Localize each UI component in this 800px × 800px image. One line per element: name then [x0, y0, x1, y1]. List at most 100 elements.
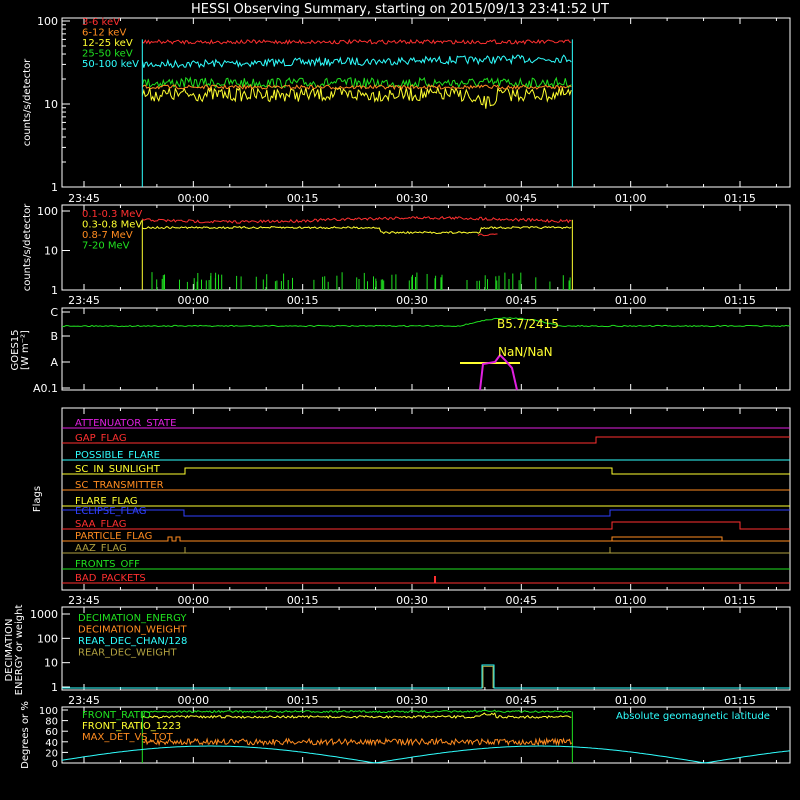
time-tick-label: 01:00: [615, 694, 647, 707]
time-tick-label: 23:45: [68, 294, 100, 307]
time-tick-label: 01:15: [724, 594, 756, 607]
time-tick-label: 01:00: [615, 192, 647, 205]
legend-entry: REAR_DEC_CHAN/128: [78, 636, 187, 647]
series-line-REAR_DEC_CHAN/128: [62, 664, 790, 689]
time-tick-label: 23:45: [68, 694, 100, 707]
goes-annotation-class: B5.7/2415: [497, 317, 559, 331]
time-tick-label: 00:15: [287, 192, 319, 205]
legend-entry: 0.8-7 MeV: [82, 230, 133, 241]
time-tick-label: 00:45: [505, 294, 537, 307]
y-tick-label: 60: [45, 727, 58, 738]
series-line-0.1-0.3-MeV: [141, 215, 572, 224]
legend-entry: 0.1-0.3 MeV: [82, 209, 142, 220]
summary-plot: HESSI Observing Summary, starting on 201…: [4, 2, 791, 770]
y-axis-unit: [W m⁻²]: [20, 330, 31, 370]
y-tick-label: 10: [44, 657, 58, 670]
legend-entry: MAX_DET_VS_TOT: [82, 732, 174, 743]
y-tick-label: 20: [45, 748, 58, 759]
time-tick-label: 01:00: [615, 594, 647, 607]
y-axis-label: Flags: [32, 486, 43, 512]
series-dip: [477, 233, 498, 237]
figure-title: HESSI Observing Summary, starting on 201…: [191, 2, 609, 17]
legend-entry: DECIMATION_WEIGHT: [78, 625, 187, 636]
y-tick-label: A0.1: [33, 382, 58, 395]
time-tick-label: 00:45: [505, 192, 537, 205]
flag-label: AAZ_FLAG: [75, 543, 127, 554]
time-tick-label: 00:15: [287, 694, 319, 707]
time-tick-label: 00:30: [396, 192, 428, 205]
time-tick-label: 00:45: [505, 594, 537, 607]
time-tick-label: 01:15: [724, 192, 756, 205]
time-tick-label: 00:00: [177, 294, 209, 307]
time-tick-label: 00:30: [396, 694, 428, 707]
y-tick-label: 1000: [30, 608, 58, 621]
y-tick-label: 100: [37, 632, 58, 645]
flag-label: GAP_FLAG: [75, 433, 127, 444]
time-tick-label: 01:15: [724, 694, 756, 707]
goes-short-channel: [479, 353, 518, 391]
flag-label: ATTENUATOR_STATE: [75, 418, 176, 429]
flag-label: SC_IN_SUNLIGHT: [75, 464, 161, 475]
flag-line-SAA_FLAG: [62, 521, 790, 530]
y-tick-label: 100: [37, 205, 58, 218]
flag-label: SAA_FLAG: [75, 519, 126, 530]
time-tick-label: 00:00: [177, 694, 209, 707]
time-tick-label: 00:30: [396, 294, 428, 307]
flag-label: ECLIPSE_FLAG: [75, 506, 146, 517]
legend-entry: 0.3-0.8 MeV: [82, 220, 142, 231]
y-tick-label: C: [50, 306, 58, 319]
observing-summary-figure: HESSI Observing Summary, starting on 201…: [0, 0, 800, 800]
y-tick-label: 40: [45, 738, 58, 749]
series-line-0.3-0.8-MeV: [142, 225, 572, 235]
series-line-REAR_DEC_WEIGHT: [482, 665, 494, 688]
time-tick-label: 00:45: [505, 694, 537, 707]
goes-frame: [61, 307, 791, 391]
time-tick-label: 00:00: [177, 594, 209, 607]
time-tick-label: 00:00: [177, 192, 209, 205]
goes-annotation-nan: NaN/NaN: [498, 345, 553, 359]
legend-entry: FRONT_RATIO_1223: [82, 721, 181, 732]
legend-entry: REAR_DEC_WEIGHT: [78, 648, 177, 659]
lightcurves-lo-frame: [61, 17, 791, 188]
legend-entry: 25-50 keV: [82, 49, 133, 60]
legend-entry: Absolute geomagnetic latitude: [616, 711, 770, 722]
y-axis-label: counts/s/detector: [22, 58, 33, 146]
y-tick-label: 80: [45, 717, 58, 728]
flag-label: FRONTS_OFF: [75, 559, 140, 570]
flag-label: BAD_PACKETS: [75, 573, 146, 584]
time-tick-label: 01:00: [615, 294, 647, 307]
legend-entry: 7-20 MeV: [82, 241, 130, 252]
y-tick-label: A: [50, 356, 58, 369]
time-tick-label: 23:45: [68, 594, 100, 607]
y-tick-label: 1: [51, 181, 58, 194]
time-tick-label: 01:15: [724, 294, 756, 307]
time-tick-label: 00:30: [396, 594, 428, 607]
series-line-FRONT_RATIO: [142, 709, 572, 714]
flags-frame: [61, 407, 791, 591]
flag-line-ECLIPSE_FLAG: [62, 509, 790, 517]
y-tick-label: 1: [51, 681, 58, 694]
flag-label: PARTICLE_FLAG: [75, 531, 152, 542]
flag-line-GAP_FLAG: [62, 436, 790, 444]
y-tick-label: 10: [44, 98, 58, 111]
time-tick-label: 23:45: [68, 192, 100, 205]
flag-step: [611, 536, 723, 541]
flag-label: SC_TRANSMITTER: [75, 480, 164, 491]
legend-entry: 12-25 keV: [82, 38, 133, 49]
legend-entry: 3-6 keV: [82, 17, 120, 28]
y-tick-label: 1: [51, 284, 58, 297]
time-tick-label: 00:15: [287, 294, 319, 307]
flag-line-PARTICLE_FLAG: [62, 536, 790, 542]
series-line-12-25-keV: [141, 85, 572, 109]
legend-entry: 50-100 keV: [82, 59, 139, 70]
series-line-50-100-keV: [141, 54, 572, 69]
y-tick-label: B: [50, 330, 58, 343]
series-line-Absolute-geomagnetic-latitude: [61, 745, 791, 764]
y-tick-label: 0: [52, 759, 58, 770]
y-axis-label: Degrees or %: [20, 701, 31, 769]
flag-line-SC_IN_SUNLIGHT: [62, 467, 790, 475]
series-line-MAX_DET_VS_TOT: [141, 736, 573, 747]
flag-label: POSSIBLE_FLARE: [75, 450, 160, 461]
legend-entry: 6-12 keV: [82, 28, 126, 39]
series-line-FRONT_RATIO_1223: [141, 712, 572, 719]
